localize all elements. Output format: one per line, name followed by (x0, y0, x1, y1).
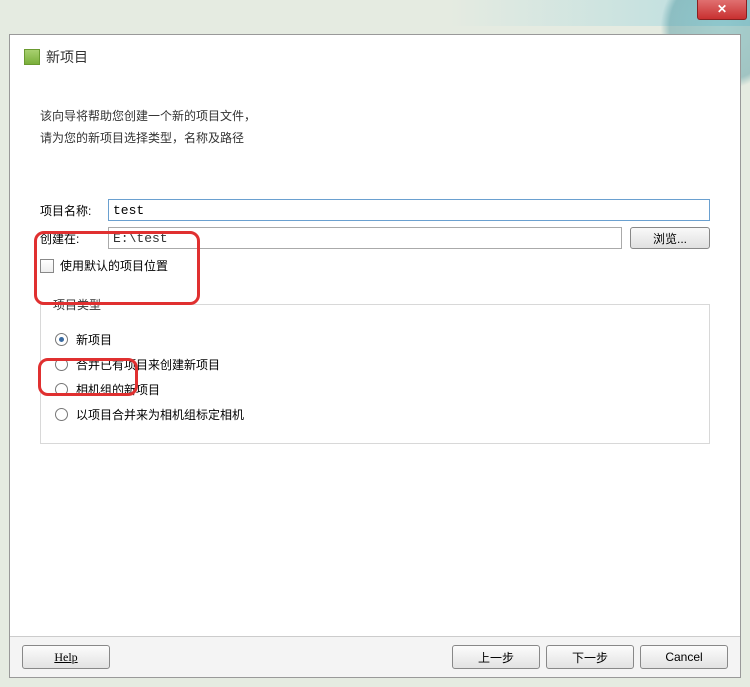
radio-label: 相机组的新项目 (76, 381, 160, 398)
radio-new-project[interactable]: 新项目 (55, 331, 695, 348)
button-bar: Help 上一步 下一步 Cancel (10, 636, 740, 677)
app-icon (24, 49, 40, 65)
radio-label: 合并已有项目来创建新项目 (76, 356, 220, 373)
next-button[interactable]: 下一步 (546, 645, 634, 669)
radio-icon[interactable] (55, 333, 68, 346)
project-type-group: 项目类型 新项目 合并已有项目来创建新项目 相机组的新项目 以项目合并来为相机组… (40, 304, 710, 444)
prev-button[interactable]: 上一步 (452, 645, 540, 669)
checkbox-icon[interactable] (40, 259, 54, 273)
radio-merge-project[interactable]: 合并已有项目来创建新项目 (55, 356, 695, 373)
radio-icon[interactable] (55, 358, 68, 371)
dialog-content: 该向导将帮助您创建一个新的项目文件， 请为您的新项目选择类型，名称及路径 项目名… (10, 76, 740, 636)
radio-camera-group[interactable]: 相机组的新项目 (55, 381, 695, 398)
project-name-label: 项目名称: (40, 202, 108, 219)
default-location-label: 使用默认的项目位置 (60, 257, 168, 274)
intro-line: 该向导将帮助您创建一个新的项目文件， (40, 106, 710, 128)
intro-text: 该向导将帮助您创建一个新的项目文件， 请为您的新项目选择类型，名称及路径 (40, 106, 710, 149)
dialog-window: 新项目 该向导将帮助您创建一个新的项目文件， 请为您的新项目选择类型，名称及路径… (9, 34, 741, 678)
project-type-legend: 项目类型 (49, 296, 105, 313)
project-path-label: 创建在: (40, 230, 108, 247)
default-location-row[interactable]: 使用默认的项目位置 (40, 257, 710, 274)
project-path-row: 创建在: 浏览... (40, 227, 710, 249)
help-button[interactable]: Help (22, 645, 110, 669)
dialog-header: 新项目 (10, 35, 740, 76)
radio-label: 新项目 (76, 331, 112, 348)
radio-icon[interactable] (55, 383, 68, 396)
cancel-button[interactable]: Cancel (640, 645, 728, 669)
radio-icon[interactable] (55, 408, 68, 421)
project-path-input[interactable] (108, 227, 622, 249)
titlebar: ✕ (0, 0, 750, 26)
project-name-input[interactable] (108, 199, 710, 221)
browse-button[interactable]: 浏览... (630, 227, 710, 249)
project-name-row: 项目名称: (40, 199, 710, 221)
radio-label: 以项目合并来为相机组标定相机 (76, 406, 244, 423)
radio-calibrate-camera[interactable]: 以项目合并来为相机组标定相机 (55, 406, 695, 423)
intro-line: 请为您的新项目选择类型，名称及路径 (40, 128, 710, 150)
close-button[interactable]: ✕ (697, 0, 747, 20)
dialog-title: 新项目 (46, 47, 88, 67)
